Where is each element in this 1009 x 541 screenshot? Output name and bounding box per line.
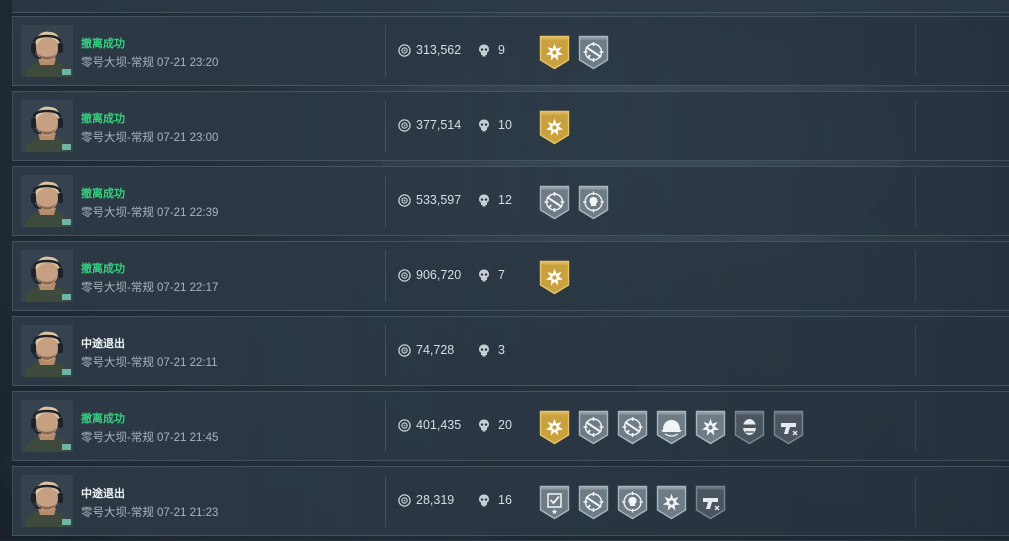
loot-value: 533,597 bbox=[416, 193, 462, 207]
operator-avatar bbox=[21, 325, 73, 377]
operator-avatar bbox=[21, 25, 73, 77]
pistol-badge-icon[interactable] bbox=[773, 410, 804, 445]
currency-coin-icon bbox=[398, 493, 411, 507]
skull-icon bbox=[479, 494, 489, 506]
currency-coin-icon bbox=[398, 118, 411, 132]
divider bbox=[385, 400, 386, 452]
map-and-time: 零号大坝-常规 07-21 22:39 bbox=[81, 207, 219, 219]
loot-value: 906,720 bbox=[416, 268, 462, 282]
kill-count: 3 bbox=[498, 343, 505, 357]
checkbox-star-badge-icon[interactable] bbox=[539, 485, 570, 520]
star-burst-badge-icon[interactable] bbox=[539, 410, 570, 445]
extraction-status: 撤离成功 bbox=[81, 113, 125, 125]
divider bbox=[915, 100, 916, 152]
currency-coin-icon bbox=[398, 193, 411, 207]
loot-value: 313,562 bbox=[416, 43, 462, 57]
divider bbox=[385, 325, 386, 377]
operator-avatar bbox=[21, 175, 73, 227]
extraction-status: 撤离成功 bbox=[81, 188, 125, 200]
previous-row-edge bbox=[12, 0, 1009, 13]
star-burst-badge-icon[interactable] bbox=[539, 260, 570, 295]
currency-coin-icon bbox=[398, 43, 411, 57]
map-and-time: 零号大坝-常规 07-21 23:00 bbox=[81, 132, 219, 144]
achievement-badges bbox=[539, 485, 734, 520]
map-and-time: 零号大坝-常规 07-21 22:11 bbox=[81, 357, 218, 369]
achievement-badges bbox=[539, 410, 812, 445]
divider bbox=[385, 250, 386, 302]
kill-count: 9 bbox=[498, 43, 505, 57]
kill-count: 10 bbox=[498, 118, 512, 132]
map-and-time: 零号大坝-常规 07-21 21:23 bbox=[81, 507, 219, 519]
skull-crosshair-badge-icon[interactable] bbox=[578, 185, 609, 220]
skull-icon bbox=[479, 119, 489, 131]
extraction-status: 中途退出 bbox=[81, 338, 125, 350]
loot-value: 74,728 bbox=[416, 343, 455, 357]
match-row-7[interactable]: 中途退出 零号大坝-常规 07-21 21:23 28,319 16 bbox=[12, 466, 1009, 536]
kill-count: 16 bbox=[498, 493, 512, 507]
masked-face-badge-icon[interactable] bbox=[734, 410, 765, 445]
star-burst-badge-icon[interactable] bbox=[539, 110, 570, 145]
extraction-status: 撤离成功 bbox=[81, 413, 125, 425]
extraction-status: 中途退出 bbox=[81, 488, 125, 500]
achievement-badges bbox=[539, 110, 578, 145]
helmet-badge-icon[interactable] bbox=[656, 410, 687, 445]
operator-avatar bbox=[21, 250, 73, 302]
map-and-time: 零号大坝-常规 07-21 22:17 bbox=[81, 282, 219, 294]
divider bbox=[915, 250, 916, 302]
divider bbox=[915, 175, 916, 227]
match-row-4[interactable]: 撤离成功 零号大坝-常规 07-21 22:17 906,720 7 bbox=[12, 241, 1009, 311]
kill-count: 12 bbox=[498, 193, 512, 207]
loot-value: 377,514 bbox=[416, 118, 462, 132]
extraction-status: 撤离成功 bbox=[81, 38, 125, 50]
divider bbox=[385, 100, 386, 152]
skull-crosshair-badge-icon[interactable] bbox=[617, 485, 648, 520]
divider bbox=[385, 175, 386, 227]
skull-icon bbox=[479, 419, 489, 431]
kill-count: 7 bbox=[498, 268, 505, 282]
currency-coin-icon bbox=[398, 418, 411, 432]
map-and-time: 零号大坝-常规 07-21 21:45 bbox=[81, 432, 219, 444]
divider bbox=[385, 25, 386, 77]
pistol-badge-icon[interactable] bbox=[695, 485, 726, 520]
star-burst-badge-icon[interactable] bbox=[695, 410, 726, 445]
skull-icon bbox=[479, 269, 489, 281]
currency-coin-icon bbox=[398, 268, 411, 282]
match-history-list: 撤离成功 零号大坝-常规 07-21 23:20 313,562 9 撤离成功 … bbox=[12, 16, 1009, 541]
divider bbox=[915, 400, 916, 452]
extraction-status: 撤离成功 bbox=[81, 263, 125, 275]
star-burst-badge-icon[interactable] bbox=[539, 35, 570, 70]
loot-value: 401,435 bbox=[416, 418, 462, 432]
skull-icon bbox=[479, 44, 489, 56]
divider bbox=[915, 25, 916, 77]
rifle-crosshair-badge-icon[interactable] bbox=[578, 485, 609, 520]
match-row-6[interactable]: 撤离成功 零号大坝-常规 07-21 21:45 401,435 20 bbox=[12, 391, 1009, 461]
match-row-1[interactable]: 撤离成功 零号大坝-常规 07-21 23:20 313,562 9 bbox=[12, 16, 1009, 86]
skull-icon bbox=[479, 194, 489, 206]
rifle-crosshair-badge-icon[interactable] bbox=[578, 35, 609, 70]
star-burst-badge-icon[interactable] bbox=[656, 485, 687, 520]
divider bbox=[915, 325, 916, 377]
achievement-badges bbox=[539, 260, 578, 295]
divider bbox=[915, 475, 916, 527]
operator-avatar bbox=[21, 400, 73, 452]
rifle-crosshair-badge-icon[interactable] bbox=[539, 185, 570, 220]
currency-coin-icon bbox=[398, 343, 411, 357]
skull-icon bbox=[479, 344, 489, 356]
match-row-2[interactable]: 撤离成功 零号大坝-常规 07-21 23:00 377,514 10 bbox=[12, 91, 1009, 161]
divider bbox=[385, 475, 386, 527]
rifle-crosshair-badge-icon[interactable] bbox=[617, 410, 648, 445]
achievement-badges bbox=[539, 35, 617, 70]
rifle-crosshair-badge-icon[interactable] bbox=[578, 410, 609, 445]
achievement-badges bbox=[539, 185, 617, 220]
loot-value: 28,319 bbox=[416, 493, 455, 507]
kill-count: 20 bbox=[498, 418, 512, 432]
operator-avatar bbox=[21, 100, 73, 152]
operator-avatar bbox=[21, 475, 73, 527]
match-row-3[interactable]: 撤离成功 零号大坝-常规 07-21 22:39 533,597 12 bbox=[12, 166, 1009, 236]
match-row-5[interactable]: 中途退出 零号大坝-常规 07-21 22:11 74,728 3 bbox=[12, 316, 1009, 386]
map-and-time: 零号大坝-常规 07-21 23:20 bbox=[81, 57, 219, 69]
